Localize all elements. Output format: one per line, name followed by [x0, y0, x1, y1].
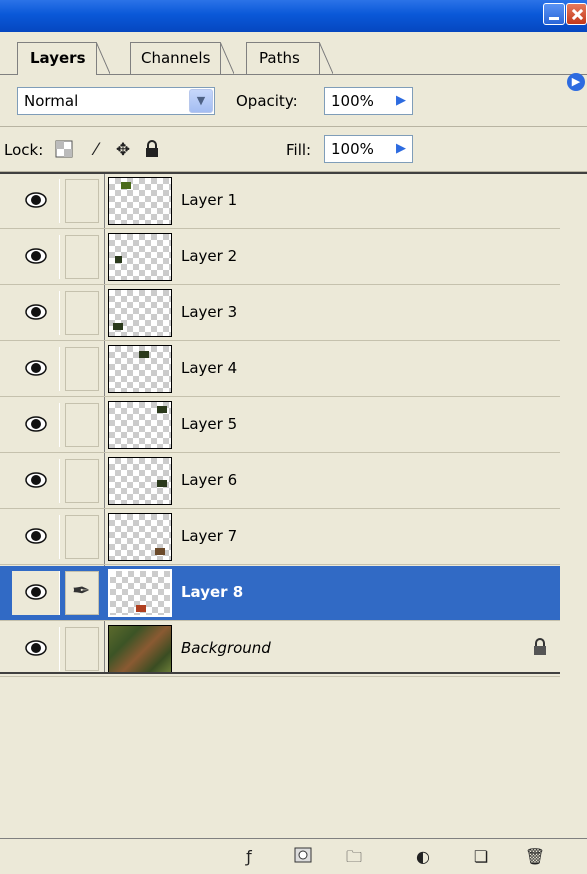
lock-row: Lock: ⁄ ✥ Fill: 100% ▶: [0, 127, 587, 172]
layer-row[interactable]: Layer 5: [0, 398, 560, 453]
fill-label: Fill:: [286, 141, 312, 159]
eye-icon: [25, 528, 47, 544]
link-toggle[interactable]: [65, 347, 99, 391]
visibility-toggle[interactable]: [12, 459, 60, 503]
eye-icon: [25, 472, 47, 488]
new-group-folder-icon[interactable]: 🗀: [343, 847, 365, 867]
visibility-toggle[interactable]: [12, 235, 60, 279]
opacity-label: Opacity:: [236, 92, 298, 110]
layer-mask-icon[interactable]: [292, 847, 314, 867]
link-toggle[interactable]: [65, 627, 99, 671]
layer-thumbnail[interactable]: [108, 177, 172, 225]
visibility-toggle[interactable]: [12, 403, 60, 447]
opacity-field[interactable]: 100% ▶: [324, 87, 413, 115]
opacity-slider-arrow-icon[interactable]: ▶: [396, 93, 406, 108]
close-icon[interactable]: [566, 3, 587, 25]
lock-transparency-icon[interactable]: [54, 140, 74, 160]
layer-row[interactable]: Layer 3: [0, 286, 560, 341]
link-toggle[interactable]: [65, 403, 99, 447]
layer-row[interactable]: Layer 2: [0, 230, 560, 285]
new-layer-icon[interactable]: ❏: [470, 847, 492, 867]
blend-row: Normal ▼ Opacity: 100% ▶: [0, 74, 587, 127]
layer-name[interactable]: Layer 4: [181, 359, 237, 377]
visibility-toggle[interactable]: [12, 347, 60, 391]
brush-icon: ✒: [72, 579, 91, 604]
eye-icon: [25, 360, 47, 376]
lock-label: Lock:: [4, 141, 44, 159]
lock-position-move-icon[interactable]: ✥: [113, 140, 133, 160]
layer-thumbnail[interactable]: [108, 513, 172, 561]
layer-row[interactable]: Layer 6: [0, 454, 560, 509]
eye-icon: [25, 640, 47, 656]
layer-thumbnail[interactable]: [108, 569, 172, 617]
layer-style-icon[interactable]: ƒ: [238, 847, 260, 867]
layer-name[interactable]: Layer 2: [181, 247, 237, 265]
tab-row: Layers Channels Paths ▶: [0, 32, 587, 91]
link-toggle[interactable]: [65, 291, 99, 335]
layer-row-selected[interactable]: ✒ Layer 8: [0, 566, 560, 621]
chevron-down-icon[interactable]: ▼: [189, 89, 213, 113]
layer-list[interactable]: Layer 1 Layer 2 Layer 3 Layer 4 Layer 5: [0, 172, 587, 677]
layer-thumbnail[interactable]: [108, 345, 172, 393]
minimize-icon[interactable]: [543, 3, 565, 25]
visibility-toggle[interactable]: [12, 179, 60, 223]
visibility-toggle[interactable]: [12, 291, 60, 335]
lock-pixels-brush-icon[interactable]: ⁄: [86, 140, 106, 160]
link-toggle[interactable]: [65, 179, 99, 223]
eye-icon: [25, 416, 47, 432]
trash-icon[interactable]: 🗑: [524, 847, 546, 867]
eye-icon: [25, 304, 47, 320]
layer-name[interactable]: Layer 1: [181, 191, 237, 209]
layer-thumbnail[interactable]: [108, 625, 172, 673]
eye-icon: [25, 248, 47, 264]
link-toggle[interactable]: [65, 515, 99, 559]
visibility-toggle[interactable]: [12, 515, 60, 559]
blend-mode-select[interactable]: Normal ▼: [17, 87, 215, 115]
fill-field[interactable]: 100% ▶: [324, 135, 413, 163]
layer-thumbnail[interactable]: [108, 233, 172, 281]
layer-thumbnail[interactable]: [108, 457, 172, 505]
layer-name[interactable]: Layer 5: [181, 415, 237, 433]
layer-name[interactable]: Layer 7: [181, 527, 237, 545]
panel-title-bar[interactable]: [0, 0, 587, 32]
bottom-toolbar: ƒ 🗀 ◐ ❏ 🗑: [0, 838, 587, 874]
layer-row[interactable]: Layer 7: [0, 510, 560, 565]
layer-name[interactable]: Layer 6: [181, 471, 237, 489]
link-toggle[interactable]: ✒: [65, 571, 99, 615]
tab-paths[interactable]: Paths: [246, 42, 333, 74]
layer-thumbnail[interactable]: [108, 289, 172, 337]
list-divider: [0, 672, 560, 674]
layer-row[interactable]: Layer 4: [0, 342, 560, 397]
eye-icon: [25, 192, 47, 208]
layer-thumbnail[interactable]: [108, 401, 172, 449]
link-toggle[interactable]: [65, 235, 99, 279]
lock-all-padlock-icon[interactable]: [142, 140, 162, 160]
padlock-icon: [532, 638, 548, 661]
fill-slider-arrow-icon[interactable]: ▶: [396, 141, 406, 156]
visibility-toggle[interactable]: [12, 571, 60, 615]
layer-name[interactable]: Background: [181, 639, 271, 657]
eye-icon: [25, 584, 47, 600]
layer-row-background[interactable]: Background: [0, 622, 560, 677]
adjustment-layer-icon[interactable]: ◐: [412, 847, 434, 867]
tab-layers[interactable]: Layers: [17, 42, 109, 75]
tab-channels[interactable]: Channels: [130, 42, 235, 74]
layer-name[interactable]: Layer 8: [181, 583, 243, 601]
visibility-toggle[interactable]: [12, 627, 60, 671]
layer-row[interactable]: Layer 1: [0, 174, 560, 229]
link-toggle[interactable]: [65, 459, 99, 503]
layer-name[interactable]: Layer 3: [181, 303, 237, 321]
